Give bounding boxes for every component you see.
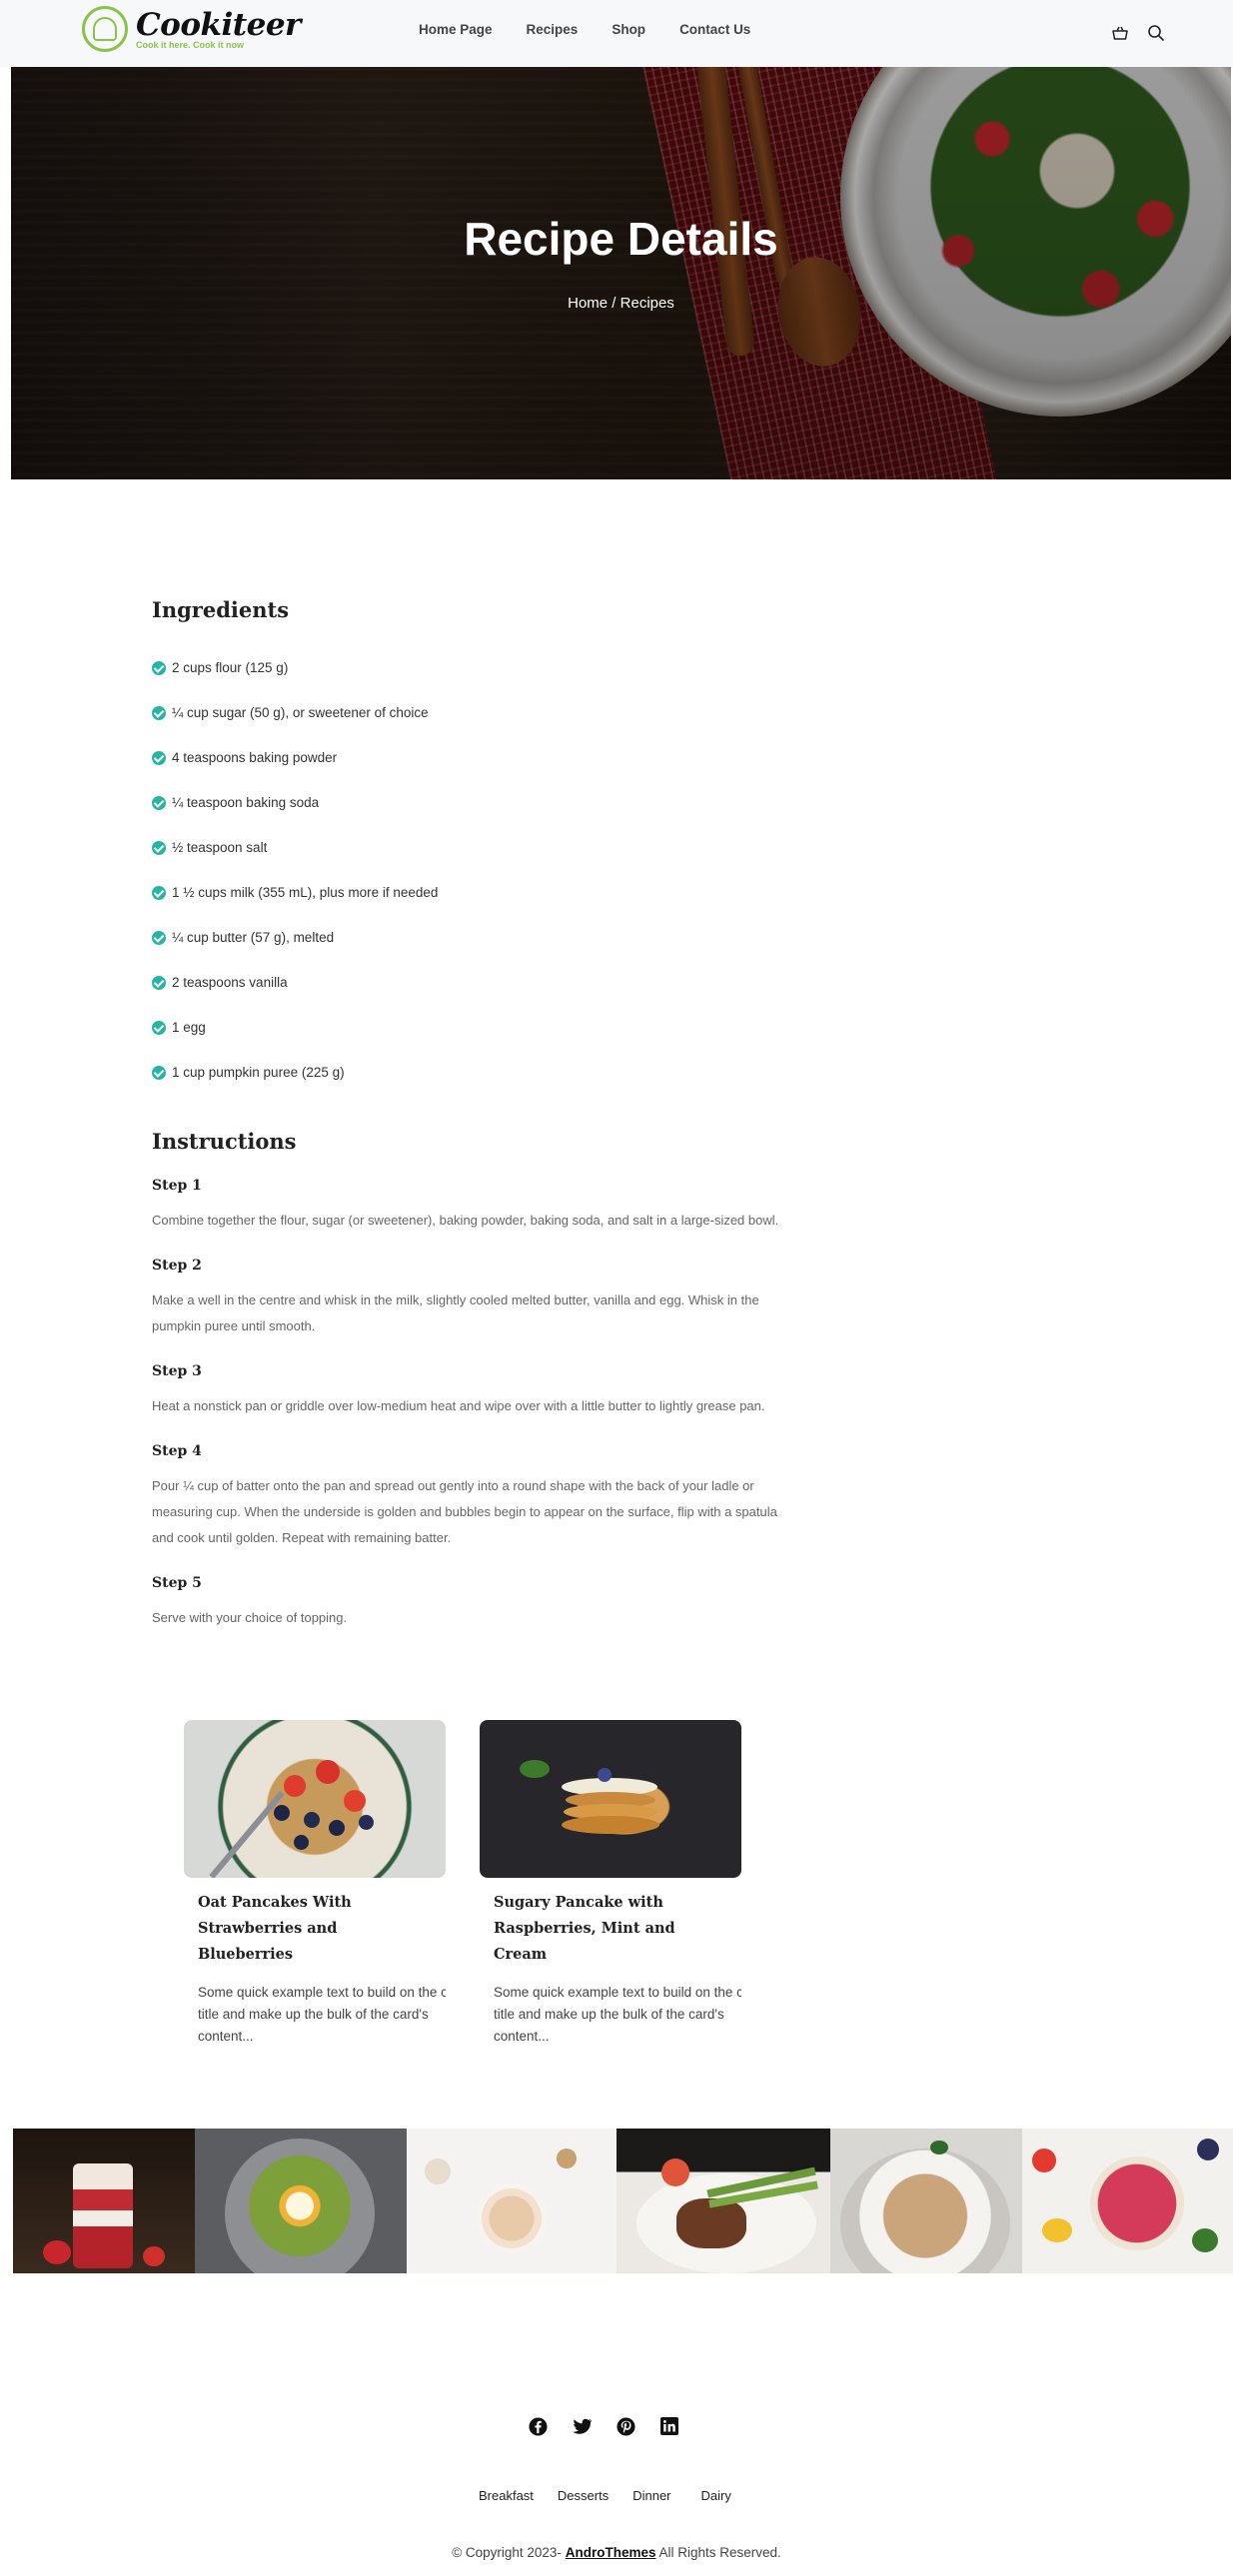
step-4: Step 4 Pour ¼ cup of batter onto the pan… [152, 1443, 791, 1551]
step-title: Step 3 [152, 1363, 202, 1379]
recipe-card[interactable]: Oat Pancakes With Strawberries and Blueb… [184, 1720, 446, 2048]
nav-contact-us[interactable]: Contact Us [679, 22, 750, 37]
social-links [528, 2416, 703, 2436]
basket-icon[interactable] [1107, 20, 1133, 46]
card-title[interactable]: Oat Pancakes With Strawberries and Blueb… [198, 1890, 432, 1968]
step-3: Step 3 Heat a nonstick pan or griddle ov… [152, 1363, 791, 1419]
nav-home-page[interactable]: Home Page [419, 22, 493, 37]
copyright-brand-link[interactable]: AndroThemes [566, 2545, 656, 2560]
ingredient-item: ½ teaspoon salt [152, 825, 791, 870]
check-circle-icon [152, 840, 166, 855]
check-circle-icon [152, 885, 166, 900]
nav-recipes[interactable]: Recipes [527, 22, 579, 37]
step-title: Step 4 [152, 1443, 202, 1459]
copyright: © Copyright 2023- AndroThemes All Rights… [452, 2545, 781, 2560]
check-circle-icon [152, 1065, 166, 1080]
ingredients-heading: Ingredients [152, 597, 290, 622]
footer-link-dinner[interactable]: Dinner [632, 2488, 670, 2503]
recipe-content: Ingredients 2 cups flour (125 g) ¼ cup s… [152, 597, 791, 1631]
search-icon[interactable] [1143, 20, 1169, 46]
check-circle-icon [152, 1020, 166, 1035]
facebook-icon[interactable] [528, 2416, 548, 2436]
step-title: Step 5 [152, 1575, 202, 1591]
gallery-image-steak-asparagus[interactable] [616, 2129, 830, 2273]
hero-banner: Recipe Details Home / Recipes [11, 67, 1231, 479]
ingredient-item: 1 egg [152, 1005, 791, 1050]
check-circle-icon [152, 930, 166, 945]
related-recipes: Oat Pancakes With Strawberries and Blueb… [184, 1720, 775, 2048]
step-title: Step 1 [152, 1178, 202, 1194]
ingredient-item: ¼ cup sugar (50 g), or sweetener of choi… [152, 690, 791, 735]
gallery-image-fruit-bowl[interactable] [1022, 2129, 1233, 2273]
card-title[interactable]: Sugary Pancake with Raspberries, Mint an… [494, 1890, 727, 1968]
brand-logo[interactable]: Cookiteer Cook it here. Cook it now [82, 6, 301, 52]
step-text: Combine together the flour, sugar (or sw… [152, 1213, 779, 1228]
ingredient-item: ¼ teaspoon baking soda [152, 780, 791, 825]
step-text: Make a well in the centre and whisk in t… [152, 1292, 759, 1333]
ingredient-item: ¼ cup butter (57 g), melted [152, 915, 791, 960]
nav-shop[interactable]: Shop [612, 22, 645, 37]
page-title: Recipe Details [464, 213, 778, 265]
step-text: Heat a nonstick pan or griddle over low-… [152, 1398, 765, 1413]
instructions-heading: Instructions [152, 1129, 297, 1154]
pancake-berries-image[interactable] [184, 1720, 446, 1878]
ingredient-item: 1 cup pumpkin puree (225 g) [152, 1050, 791, 1095]
breadcrumb-current: Recipes [619, 295, 674, 312]
check-circle-icon [152, 705, 166, 720]
ingredient-item: 2 teaspoons vanilla [152, 960, 791, 1005]
navbar: Cookiteer Cook it here. Cook it now Home… [0, 0, 1233, 67]
gallery-image-spaghetti[interactable] [830, 2129, 1022, 2273]
step-5: Step 5 Serve with your choice of topping… [152, 1575, 791, 1631]
check-circle-icon [152, 750, 166, 765]
ingredient-item: 1 ½ cups milk (355 mL), plus more if nee… [152, 870, 791, 915]
check-circle-icon [152, 660, 166, 675]
ingredient-item: 2 cups flour (125 g) [152, 645, 791, 690]
step-title: Step 2 [152, 1258, 202, 1274]
ingredient-list: 2 cups flour (125 g) ¼ cup sugar (50 g),… [152, 645, 791, 1095]
footer-link-desserts[interactable]: Desserts [558, 2488, 609, 2503]
check-circle-icon [152, 975, 166, 990]
gallery-image-avocado-toast[interactable] [195, 2129, 407, 2273]
main-nav: Home Page Recipes Shop Contact Us [419, 22, 784, 37]
card-text: Some quick example text to build on the … [198, 1985, 446, 2044]
pancake-stack-image[interactable] [480, 1720, 741, 1878]
check-circle-icon [152, 795, 166, 810]
breadcrumb: Home / Recipes [568, 295, 674, 312]
step-text: Serve with your choice of topping. [152, 1610, 348, 1625]
food-gallery [13, 2129, 1233, 2273]
step-1: Step 1 Combine together the flour, sugar… [152, 1178, 791, 1234]
ingredient-item: 4 teaspoons baking powder [152, 735, 791, 780]
pinterest-icon[interactable] [616, 2416, 635, 2436]
step-2: Step 2 Make a well in the centre and whi… [152, 1258, 791, 1339]
twitter-icon[interactable] [572, 2416, 592, 2436]
linkedin-icon[interactable] [659, 2416, 679, 2436]
footer-links: Breakfast Desserts Dinner Dairy [479, 2488, 755, 2503]
footer-link-dairy[interactable]: Dairy [701, 2488, 731, 2503]
brand-name: Cookiteer [136, 6, 301, 43]
gallery-image-strawberry-parfait[interactable] [13, 2129, 195, 2273]
chef-hat-logo-icon [82, 6, 128, 52]
gallery-image-yogurt-bowl[interactable] [407, 2129, 616, 2273]
breadcrumb-home[interactable]: Home [568, 295, 608, 312]
step-text: Pour ¼ cup of batter onto the pan and sp… [152, 1478, 777, 1545]
footer-link-breakfast[interactable]: Breakfast [479, 2488, 534, 2503]
recipe-card[interactable]: Sugary Pancake with Raspberries, Mint an… [480, 1720, 741, 2048]
card-text: Some quick example text to build on the … [494, 1985, 741, 2044]
